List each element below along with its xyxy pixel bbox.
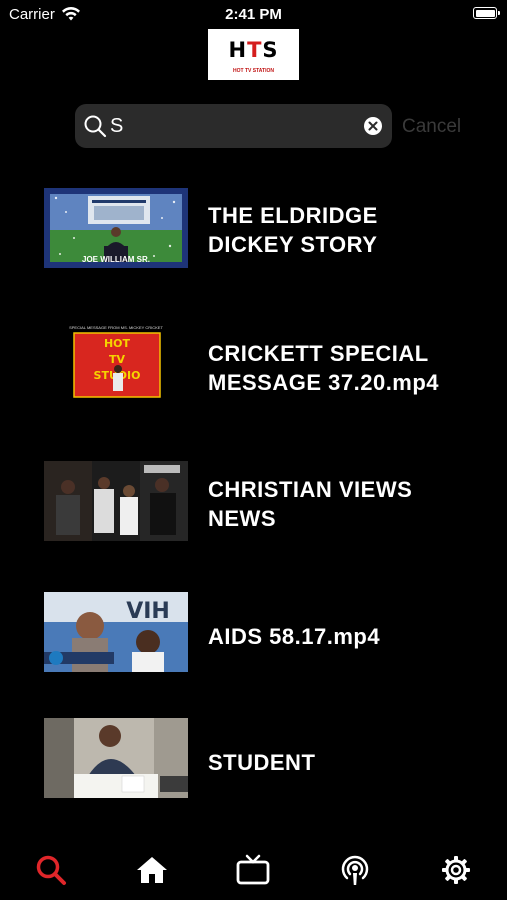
title-line: MESSAGE 37.20.mp4 xyxy=(208,370,440,395)
video-thumbnail xyxy=(44,718,188,798)
app-logo: HTS HOT TV STATION xyxy=(208,29,299,80)
podcast-icon xyxy=(341,855,369,885)
list-item[interactable]: CHRISTIAN VIEWS NEWS xyxy=(0,460,507,542)
tv-icon xyxy=(236,854,270,885)
gear-icon xyxy=(442,856,470,884)
tab-tv[interactable] xyxy=(233,850,273,890)
battery-icon xyxy=(473,7,500,19)
title-line: AIDS 58.17.mp4 xyxy=(208,624,381,649)
logo-letter-h: H xyxy=(228,38,248,62)
status-time: 2:41 PM xyxy=(225,6,282,23)
search-input[interactable] xyxy=(110,110,360,142)
video-thumbnail: HOT TV STUDIO SPECIAL MESSAGE FROM MS. M… xyxy=(44,323,188,403)
title-line: STUDENT xyxy=(208,750,316,775)
tab-settings[interactable] xyxy=(436,850,476,890)
logo-letters: HTS xyxy=(208,38,299,62)
list-item[interactable]: STUDENT xyxy=(0,718,507,800)
title-line: CRICKETT SPECIAL xyxy=(208,341,429,366)
logo-letter-t: T xyxy=(247,38,263,62)
title-line: DICKEY STORY xyxy=(208,232,378,257)
search-bar[interactable] xyxy=(75,104,392,148)
clear-search-button[interactable] xyxy=(364,117,382,135)
video-thumbnail xyxy=(44,461,188,541)
tab-bar xyxy=(0,845,507,900)
video-thumbnail: VIH xyxy=(44,592,188,672)
video-title: STUDENT xyxy=(208,748,498,777)
svg-text:VIH: VIH xyxy=(126,599,170,624)
title-line: CHRISTIAN VIEWS xyxy=(208,477,413,502)
thumb-caption: JOE WILLIAM SR. xyxy=(82,255,150,264)
search-icon xyxy=(84,115,107,138)
video-title: CRICKETT SPECIAL MESSAGE 37.20.mp4 xyxy=(208,339,498,397)
home-icon xyxy=(137,857,167,883)
svg-text:HOT: HOT xyxy=(104,337,131,350)
cancel-button[interactable]: Cancel xyxy=(402,116,461,138)
tab-search[interactable] xyxy=(31,850,71,890)
tab-podcast[interactable] xyxy=(335,850,375,890)
video-thumbnail: JOE WILLIAM SR. xyxy=(44,188,188,268)
close-icon xyxy=(368,121,378,131)
video-title: THE ELDRIDGE DICKEY STORY xyxy=(208,201,498,259)
status-bar: Carrier 2:41 PM xyxy=(0,0,507,28)
svg-text:TV: TV xyxy=(109,353,126,366)
video-title: AIDS 58.17.mp4 xyxy=(208,622,498,651)
title-line: NEWS xyxy=(208,506,276,531)
logo-letter-s: S xyxy=(262,38,279,62)
title-line: THE ELDRIDGE xyxy=(208,203,378,228)
list-item[interactable]: HOT TV STUDIO SPECIAL MESSAGE FROM MS. M… xyxy=(0,323,507,405)
tab-home[interactable] xyxy=(132,850,172,890)
search-icon xyxy=(36,855,66,885)
list-item[interactable]: JOE WILLIAM SR. THE ELDRIDGE DICKEY STOR… xyxy=(0,187,507,269)
logo-tagline: HOT TV STATION xyxy=(233,68,274,74)
video-title: CHRISTIAN VIEWS NEWS xyxy=(208,475,498,533)
thumb-caption: SPECIAL MESSAGE FROM MS. MICKEY CRICKET xyxy=(69,325,163,330)
list-item[interactable]: VIH AIDS 58.17.mp4 xyxy=(0,592,507,674)
